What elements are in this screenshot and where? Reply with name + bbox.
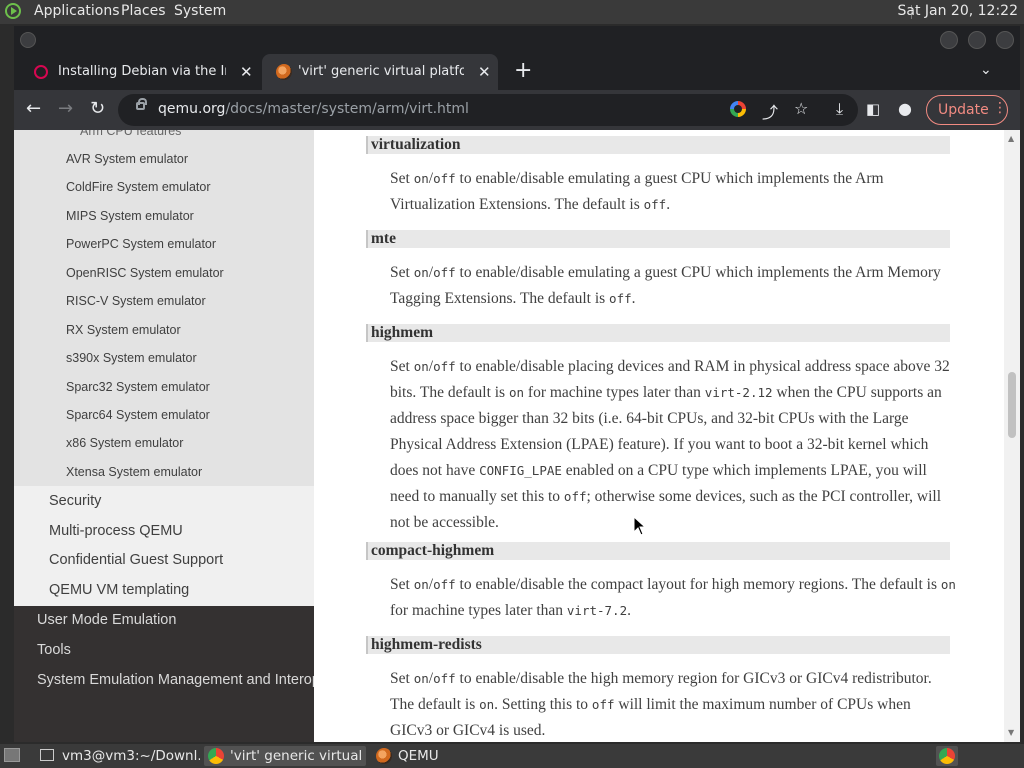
back-button[interactable]: ← (26, 98, 41, 120)
sidebar-item-security[interactable]: Security (49, 493, 101, 509)
update-label: Update (938, 102, 989, 118)
debian-favicon-icon (34, 65, 48, 79)
sidebar-item-mips[interactable]: MIPS System emulator (66, 209, 194, 223)
sidebar-item-coldfire[interactable]: ColdFire System emulator (66, 180, 211, 194)
address-bar[interactable]: qemu.org/docs/master/system/arm/virt.htm… (118, 94, 858, 126)
sidebar-item-x86[interactable]: x86 System emulator (66, 436, 183, 450)
docs-sidebar: Arm CPU features AVR System emulator Col… (14, 130, 370, 742)
forward-button[interactable]: → (58, 98, 73, 120)
system-top-panel: Applications Places System Sat Jan 20, 1… (0, 0, 1024, 24)
tab-search-chevron-icon[interactable]: ⌄ (980, 62, 992, 78)
sidebar-item-tools[interactable]: Tools (37, 641, 307, 659)
scrollbar-thumb[interactable] (1008, 372, 1016, 438)
profile-icon[interactable]: ● (898, 98, 912, 120)
option-term-highmem-redists: highmem-redists (366, 636, 950, 654)
sidebar-item-sparc64[interactable]: Sparc64 System emulator (66, 408, 210, 422)
tab-virt-platform[interactable]: 'virt' generic virtual platform ( ✕ (262, 54, 498, 90)
option-term-highmem: highmem (366, 324, 950, 342)
show-desktop-icon[interactable] (4, 748, 20, 762)
sidebar-level3-group: Arm CPU features AVR System emulator Col… (14, 130, 314, 486)
taskbar-item-qemu[interactable]: QEMU (372, 746, 512, 766)
option-desc-virtualization: Set on/off to enable/disable emulating a… (390, 170, 884, 213)
sidebar-item-s390x[interactable]: s390x System emulator (66, 351, 197, 365)
taskbar-item-browser[interactable]: 'virt' generic virtual ... (204, 746, 366, 766)
taskbar: vm3@vm3:~/Downl... 'virt' generic virtua… (0, 744, 1024, 768)
sidebar-item-system-emulation-management[interactable]: System Emulation Management and Interope… (37, 671, 370, 689)
option-desc-highmem: Set on/off to enable/disable placing dev… (390, 358, 950, 531)
sidebar-item-confidential-guest[interactable]: Confidential Guest Support (49, 552, 223, 568)
page-content: Arm CPU features AVR System emulator Col… (14, 130, 1020, 742)
tab-strip: Installing Debian via the Intern ✕ 'virt… (14, 54, 1020, 90)
browser-toolbar: ← → ↻ qemu.org/docs/master/system/arm/vi… (14, 90, 1020, 130)
scroll-up-arrow-icon[interactable]: ▲ (1008, 134, 1014, 143)
lock-icon[interactable] (136, 98, 147, 110)
new-tab-button[interactable]: + (514, 60, 532, 82)
tray-chrome-button[interactable] (936, 746, 958, 766)
option-term-compact-highmem: compact-highmem (366, 542, 950, 560)
option-desc-compact-highmem: Set on/off to enable/disable the compact… (390, 576, 956, 619)
maximize-button[interactable] (968, 31, 986, 49)
google-lens-icon[interactable] (730, 101, 746, 117)
sidebar-item-powerpc[interactable]: PowerPC System emulator (66, 237, 216, 251)
sidebar-level2-group: Security Multi-process QEMU Confidential… (14, 486, 314, 606)
window-menu-button[interactable] (20, 32, 36, 48)
minimize-button[interactable] (940, 31, 958, 49)
qemu-icon (376, 748, 392, 764)
sidebar-item-arm-cpu-features[interactable]: Arm CPU features (80, 130, 181, 138)
scroll-down-arrow-icon[interactable]: ▼ (1008, 728, 1014, 737)
browser-window: Installing Debian via the Intern ✕ 'virt… (14, 26, 1020, 742)
menu-places[interactable]: Places (121, 3, 166, 19)
sidebar-item-sparc32[interactable]: Sparc32 System emulator (66, 380, 210, 394)
reload-button[interactable]: ↻ (90, 98, 105, 120)
page-scrollbar[interactable]: ▲ ▼ (1004, 130, 1020, 742)
terminal-icon (40, 749, 54, 761)
sidebar-item-openrisc[interactable]: OpenRISC System emulator (66, 266, 224, 280)
update-button[interactable]: Update ⋮ (926, 95, 1008, 125)
sidebar-item-multi-process[interactable]: Multi-process QEMU (49, 523, 183, 539)
sidebar-item-user-mode[interactable]: User Mode Emulation (37, 611, 307, 629)
sidebar-item-vm-templating[interactable]: QEMU VM templating (49, 582, 189, 598)
downloads-icon[interactable]: ⤓ (836, 98, 843, 120)
close-tab-icon[interactable]: ✕ (478, 63, 491, 81)
qemu-favicon-icon (276, 64, 292, 80)
sidebar-item-riscv[interactable]: RISC-V System emulator (66, 294, 206, 308)
option-desc-highmem-redists: Set on/off to enable/disable the high me… (390, 670, 932, 739)
tab-title: Installing Debian via the Intern (58, 64, 226, 79)
menu-system[interactable]: System (174, 3, 226, 19)
chrome-icon (208, 748, 224, 764)
side-panel-icon[interactable]: ◧ (866, 98, 880, 120)
tab-title: 'virt' generic virtual platform ( (298, 64, 464, 79)
url-text[interactable]: qemu.org/docs/master/system/arm/virt.htm… (158, 101, 469, 117)
app-menu-logo-icon[interactable] (5, 3, 21, 19)
tab-installing-debian[interactable]: Installing Debian via the Intern ✕ (24, 54, 262, 90)
chrome-tray-icon (939, 748, 955, 764)
sidebar-item-rx[interactable]: RX System emulator (66, 323, 181, 337)
close-window-button[interactable] (996, 31, 1014, 49)
option-term-mte: mte (366, 230, 950, 248)
taskbar-item-terminal[interactable]: vm3@vm3:~/Downl... (36, 746, 202, 766)
clock[interactable]: Sat Jan 20, 12:22 (898, 3, 1019, 19)
doc-body: virtualization Set on/off to enable/disa… (314, 130, 1004, 742)
option-term-virtualization: virtualization (366, 136, 950, 154)
menu-applications[interactable]: Applications (34, 3, 120, 19)
close-tab-icon[interactable]: ✕ (240, 63, 253, 81)
option-desc-mte: Set on/off to enable/disable emulating a… (390, 264, 941, 307)
bookmark-star-icon[interactable]: ☆ (794, 99, 808, 118)
share-icon[interactable]: ⤴ (762, 99, 778, 123)
more-menu-icon[interactable]: ⋮ (993, 100, 1007, 116)
sidebar-item-avr[interactable]: AVR System emulator (66, 152, 188, 166)
sidebar-item-xtensa[interactable]: Xtensa System emulator (66, 465, 202, 479)
window-titlebar (14, 26, 1020, 54)
